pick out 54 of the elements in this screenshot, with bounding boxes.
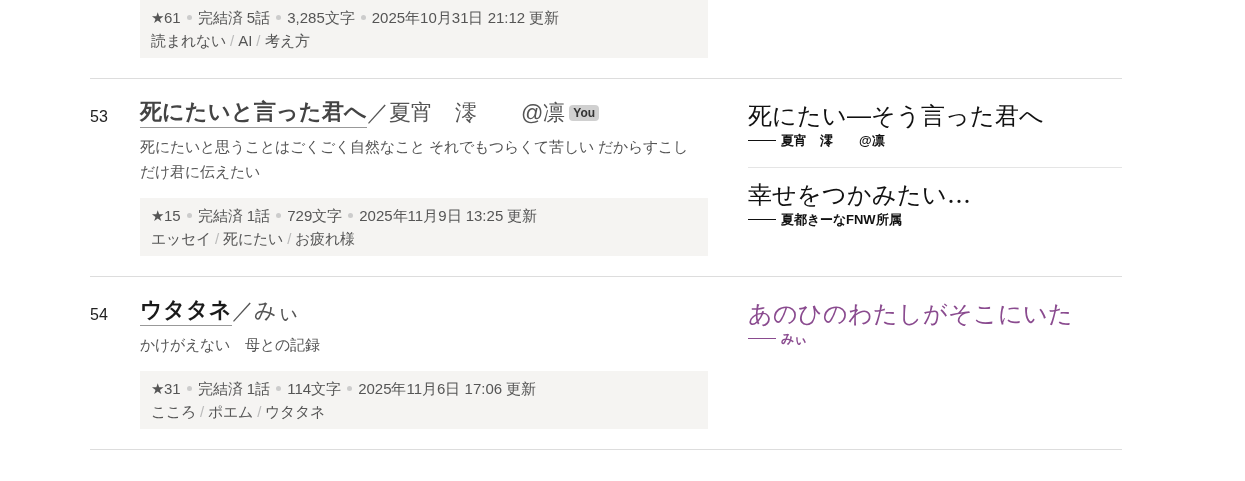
- dash-line: [748, 218, 776, 220]
- rank-number: 54: [90, 306, 108, 323]
- dash-line: [748, 338, 776, 340]
- pick-title[interactable]: 幸せをつかみたい…: [748, 179, 1122, 210]
- meta-text: 729文字: [287, 206, 343, 226]
- meta-text: 完結済 5話: [197, 8, 271, 28]
- tag-link[interactable]: AI: [238, 29, 253, 52]
- bullet-icon: [347, 386, 353, 391]
- meta-text: ★15: [151, 206, 181, 226]
- bullet-icon: [186, 213, 192, 218]
- story-title-link[interactable]: ウタタネ: [140, 295, 232, 326]
- tag-link[interactable]: 読まれない: [151, 29, 226, 52]
- bullet-icon: [186, 15, 192, 20]
- tag-link[interactable]: エッセイ: [151, 227, 211, 250]
- bullet-icon: [276, 386, 282, 391]
- meta-text: 完結済 1話: [197, 379, 271, 399]
- tag-link[interactable]: ポエム: [208, 400, 254, 423]
- bullet-icon: [360, 15, 366, 20]
- story-description: かけがえない 母との記録: [140, 335, 321, 355]
- meta-text: 完結済 1話: [197, 206, 271, 226]
- bullet-icon: [348, 213, 354, 218]
- meta-text: 114文字: [287, 379, 342, 399]
- you-badge: You: [569, 104, 600, 121]
- meta-text: ★31: [151, 379, 181, 399]
- pick-byline: みぃ: [781, 330, 807, 348]
- author-name: ／みぃ: [232, 296, 300, 325]
- meta-text: ★61: [151, 8, 181, 28]
- tag-separator: /: [287, 229, 292, 249]
- pick-title[interactable]: あのひのわたしがそこにいた: [748, 299, 1122, 329]
- tag-link[interactable]: 死にたい: [223, 227, 284, 250]
- bullet-icon: [186, 386, 192, 391]
- tag-link[interactable]: お疲れ様: [295, 227, 356, 250]
- dash-line: [748, 140, 776, 142]
- meta-text: 2025年10月31日 21:12 更新: [371, 8, 560, 28]
- meta-text: 2025年11月6日 17:06 更新: [358, 379, 537, 399]
- pick-byline: 夏都きーなFNW所属: [781, 210, 902, 229]
- story-description: 死にたいと思うことはごくごく自然なこと それでもつらくて苦しい だからすこしだけ君に伝えたい: [140, 137, 690, 182]
- tag-link[interactable]: ウタタネ: [265, 400, 326, 423]
- tag-link[interactable]: こころ: [151, 400, 196, 423]
- tag-separator: /: [200, 402, 205, 422]
- tag-separator: /: [215, 229, 220, 249]
- tag-link[interactable]: 考え方: [264, 29, 310, 52]
- tag-separator: /: [230, 31, 235, 51]
- author-name: ／夏宵 澪 @凛: [367, 98, 566, 127]
- tag-separator: /: [256, 31, 261, 51]
- story-title-link[interactable]: 死にたいと言った君へ: [140, 97, 367, 128]
- meta-text: 3,285文字: [287, 8, 355, 28]
- rank-number: 53: [90, 108, 108, 125]
- pick-byline: 夏宵 澪 @凛: [781, 132, 885, 150]
- meta-text: 2025年11月9日 13:25 更新: [359, 206, 538, 226]
- bullet-icon: [276, 15, 282, 20]
- pick-title[interactable]: 死にたい―そう言った君へ: [748, 101, 1122, 131]
- bullet-icon: [276, 213, 282, 218]
- tag-separator: /: [257, 402, 262, 422]
